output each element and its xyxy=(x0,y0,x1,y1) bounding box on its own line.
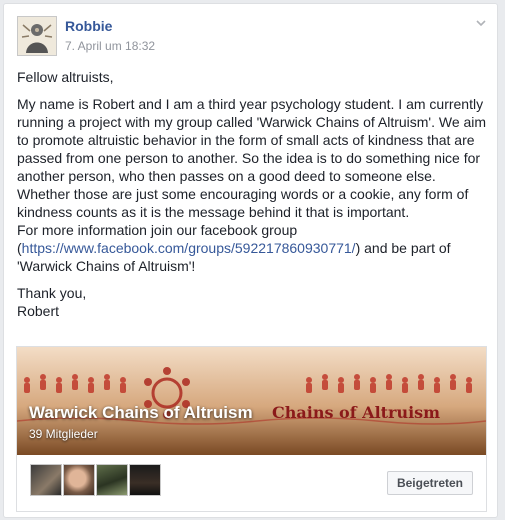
post-paragraph-2: Whether those are just some encouraging … xyxy=(17,186,469,220)
member-avatar[interactable] xyxy=(30,464,62,496)
post-card: Robbie 7. April um 18:32 Fellow altruist… xyxy=(3,3,498,518)
member-avatar[interactable] xyxy=(129,464,161,496)
post-closing: Thank you, Robert xyxy=(17,284,487,320)
group-member-count[interactable]: 39 Mitglieder xyxy=(29,427,98,441)
post-paragraph-1: My name is Robert and I am a third year … xyxy=(17,96,487,184)
post-signature: Robert xyxy=(17,303,60,319)
group-card[interactable]: Chains of Altruism Warwick Chains of Alt… xyxy=(16,346,487,512)
post-body: Fellow altruists, My name is Robert and … xyxy=(17,68,487,329)
member-avatar[interactable] xyxy=(63,464,95,496)
post-timestamp[interactable]: 7. April um 18:32 xyxy=(65,39,155,53)
group-link[interactable]: https://www.facebook.com/groups/59221786… xyxy=(22,240,356,256)
author-avatar[interactable] xyxy=(17,16,57,56)
author-name[interactable]: Robbie xyxy=(65,18,112,34)
joined-button[interactable]: Beigetreten xyxy=(386,471,473,495)
post-signoff: Thank you, xyxy=(17,285,87,301)
post-paragraphs: My name is Robert and I am a third year … xyxy=(17,95,487,275)
member-avatars xyxy=(30,464,162,498)
member-avatar[interactable] xyxy=(96,464,128,496)
banner-logo-text: Chains of Altruism xyxy=(272,403,441,422)
group-name[interactable]: Warwick Chains of Altruism xyxy=(29,403,253,423)
group-cover-image[interactable]: Chains of Altruism Warwick Chains of Alt… xyxy=(17,347,486,455)
post-greeting: Fellow altruists, xyxy=(17,69,114,85)
chevron-down-icon[interactable] xyxy=(474,16,488,30)
